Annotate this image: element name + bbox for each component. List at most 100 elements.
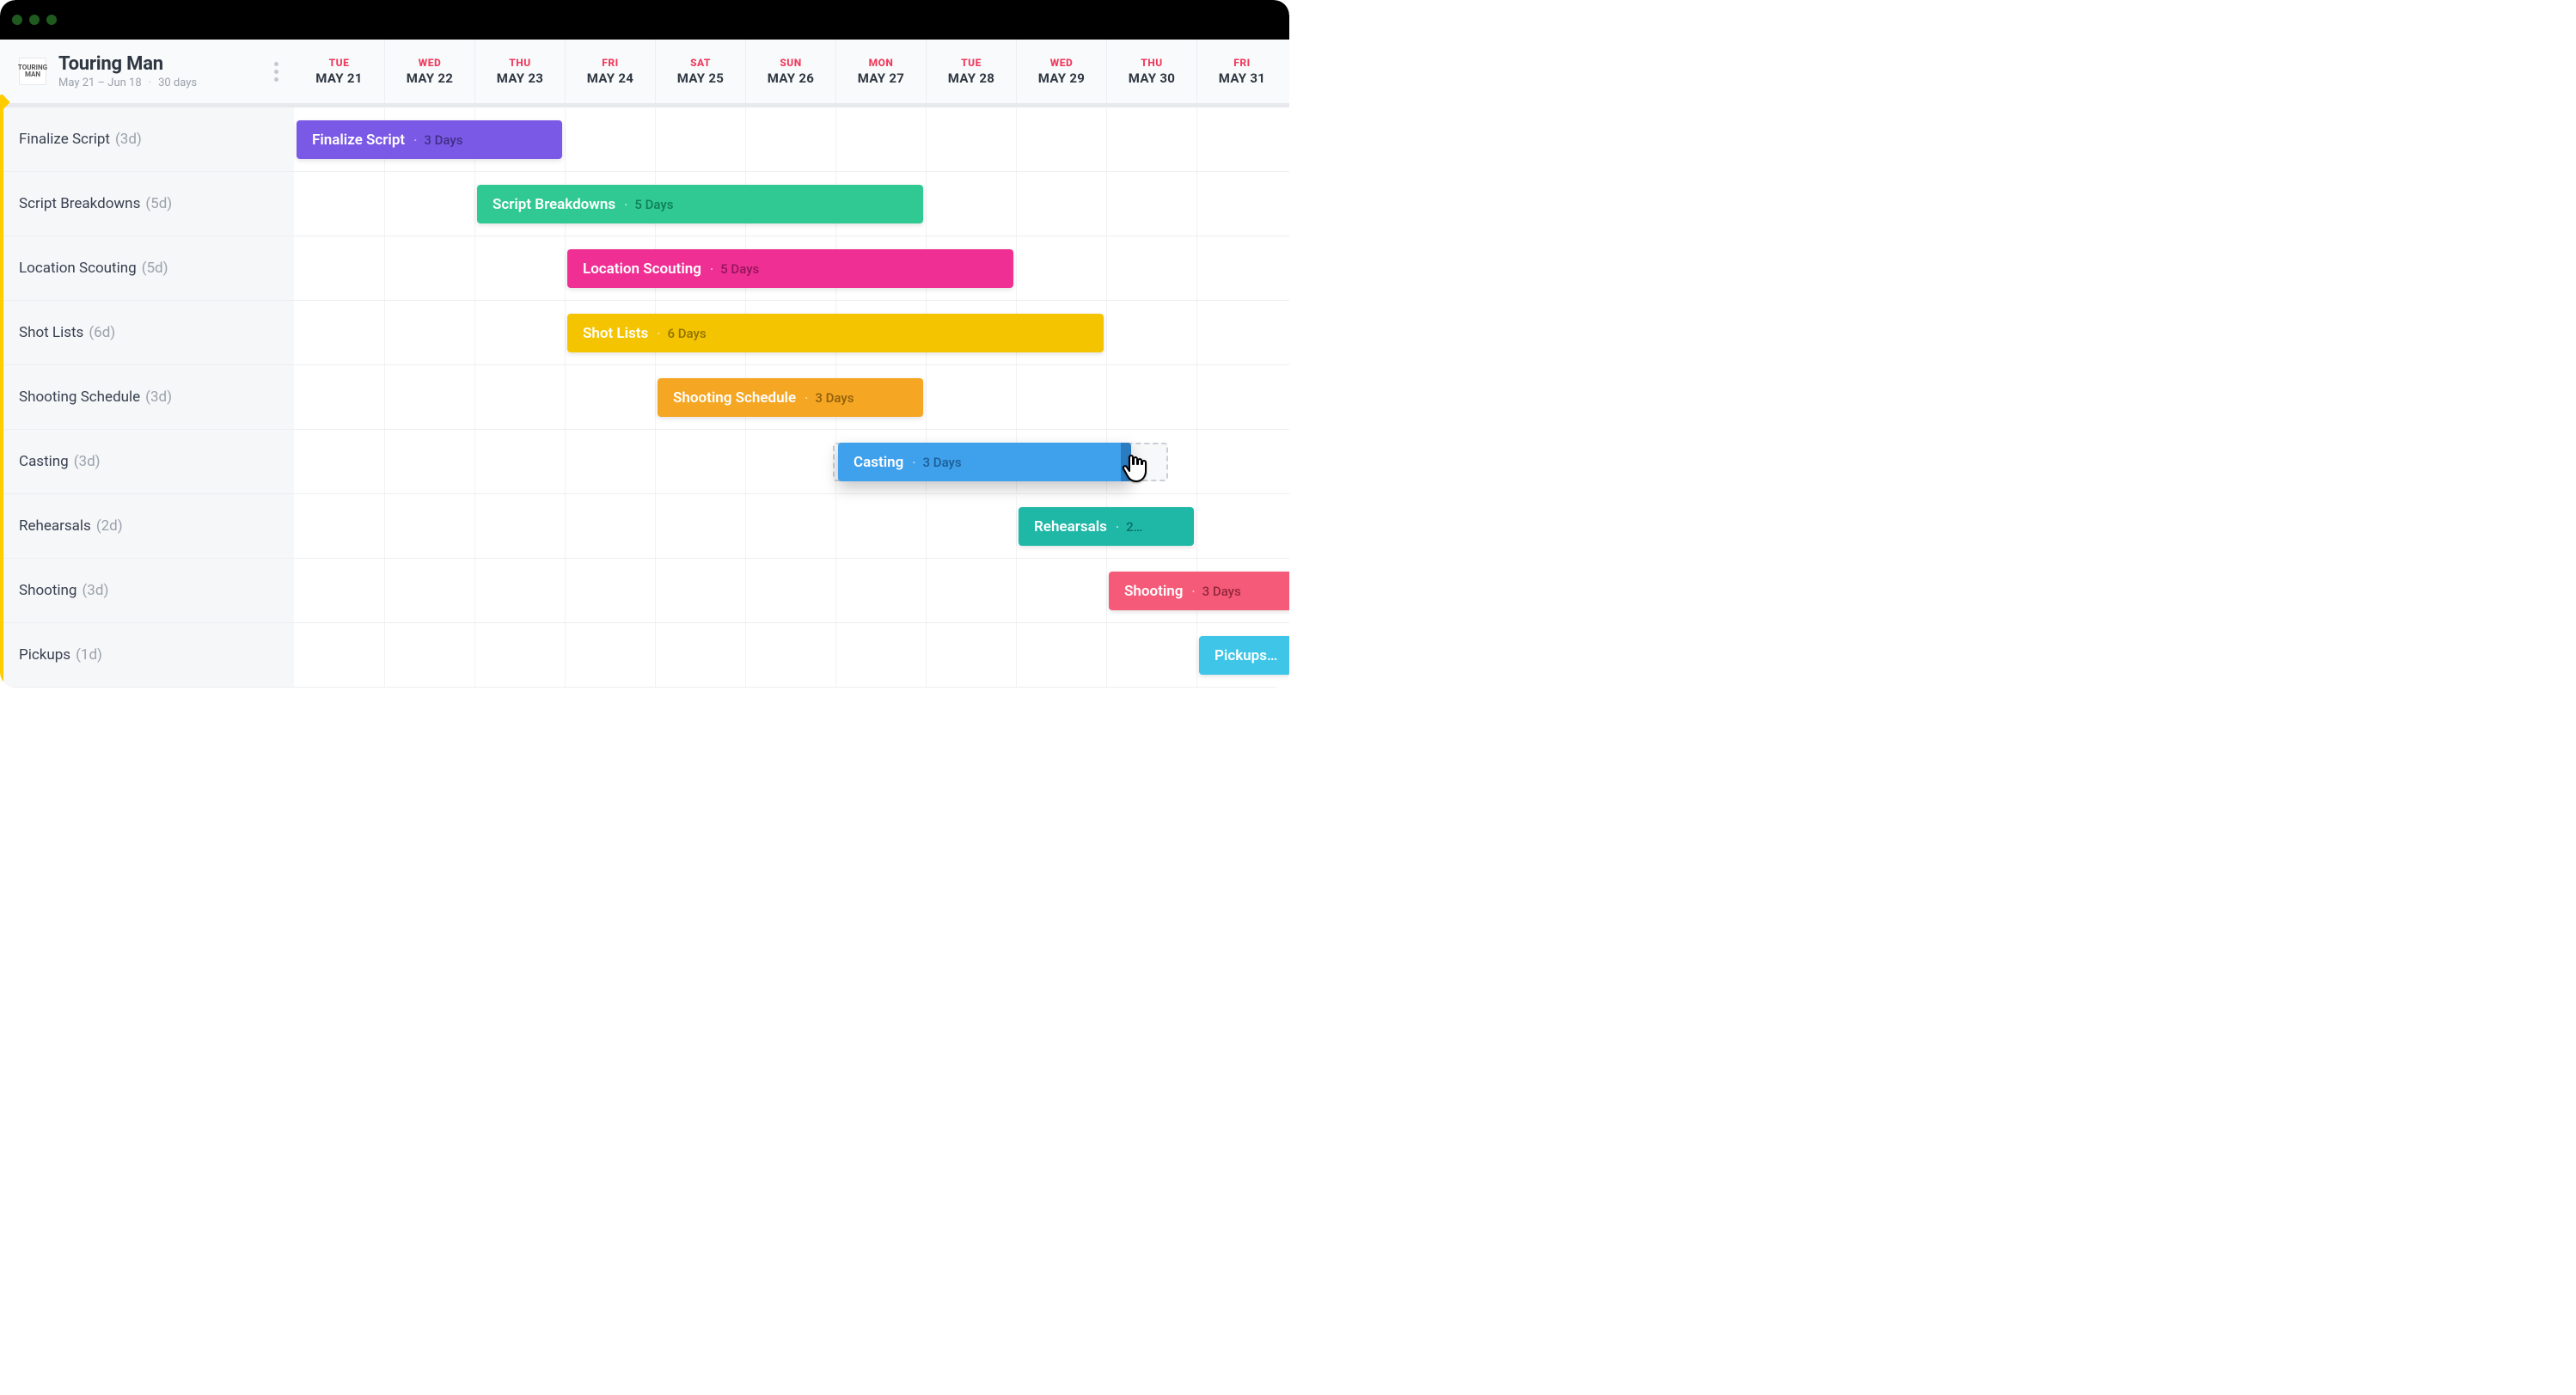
separator-dot-icon: · <box>1191 584 1195 599</box>
gantt-bar-meta: ·3 Days <box>805 390 854 406</box>
gantt-bar-duration: 3 Days <box>815 390 854 406</box>
separator-dot-icon: · <box>657 326 660 341</box>
date-label: MAY 23 <box>497 70 543 86</box>
gantt-bar-duration: 5 Days <box>634 197 673 212</box>
task-row-label[interactable]: Shooting Schedule (3d) <box>0 365 294 430</box>
task-name: Location Scouting <box>19 260 137 277</box>
day-column[interactable]: WEDMAY 22 <box>384 40 474 103</box>
task-row-label[interactable]: Shot Lists (6d) <box>0 301 294 365</box>
task-duration-short: (3d) <box>82 582 108 599</box>
gantt-bar[interactable]: Location Scouting·5 Days <box>567 249 1013 288</box>
gantt-bar-meta: · 2… <box>1116 519 1142 535</box>
task-row-label[interactable]: Pickups (1d) <box>0 623 294 688</box>
gantt-bar-meta: ·3 Days <box>912 455 961 470</box>
gantt-bar[interactable]: Rehearsals·2… <box>1019 507 1194 546</box>
day-of-week: SUN <box>780 57 801 69</box>
task-duration-short: (2d) <box>96 517 123 535</box>
project-date-range: May 21 – Jun 18 <box>58 76 142 89</box>
gantt-bar-duration: 5 Days <box>720 261 759 277</box>
gantt-bar[interactable]: Pickups… <box>1199 636 1289 675</box>
task-duration-short: (6d) <box>89 324 115 341</box>
day-column[interactable]: TUEMAY 21 <box>294 40 384 103</box>
day-column[interactable]: MONMAY 27 <box>835 40 926 103</box>
task-name: Shooting <box>19 582 76 599</box>
gantt-bar[interactable]: Casting ·3 Days <box>838 443 1131 481</box>
gantt-bar-title: Shooting <box>1124 583 1183 600</box>
gantt-bar-title: Pickups… <box>1215 647 1277 664</box>
day-column[interactable]: TUEMAY 28 <box>926 40 1016 103</box>
more-options-button[interactable] <box>269 57 284 87</box>
day-of-week: WED <box>419 57 441 69</box>
task-row-lane: Shooting · 3 Days <box>294 559 1289 623</box>
gantt-body: Finalize Script (3d)Finalize Script · 3 Da… <box>0 107 1289 688</box>
task-duration-short: (1d) <box>76 646 102 664</box>
task-duration-short: (5d) <box>142 260 168 277</box>
day-of-week: TUE <box>329 57 350 69</box>
gantt-bar-meta: · 5 Days <box>624 197 673 212</box>
date-label: MAY 21 <box>315 70 362 86</box>
day-of-week: FRI <box>602 57 618 69</box>
gantt-bar-title: Casting <box>854 454 903 471</box>
task-name: Casting <box>19 453 69 470</box>
task-row-lane: Script Breakdowns·5 Days <box>294 172 1289 236</box>
task-row-label[interactable]: Finalize Script (3d) <box>0 107 294 172</box>
date-label: MAY 25 <box>677 70 724 86</box>
task-row-lane: Casting ·3 Days <box>294 430 1289 494</box>
date-label: MAY 29 <box>1038 70 1085 86</box>
task-duration-short: (5d) <box>145 195 172 212</box>
gantt-bar-title: Shot Lists <box>583 325 648 342</box>
day-column[interactable]: FRIMAY 31 <box>1196 40 1287 103</box>
header-toolbar: TOURING MAN Touring Man May 21 – Jun 18 … <box>0 40 1289 107</box>
project-total-days: 30 days <box>158 76 197 89</box>
window-minimize-icon[interactable] <box>29 15 40 25</box>
gantt-bar[interactable]: Shot Lists ·6 Days <box>567 314 1104 352</box>
separator-dot-icon: · <box>1116 519 1119 535</box>
day-column[interactable]: FRIMAY 24 <box>565 40 655 103</box>
task-name: Pickups <box>19 646 70 664</box>
day-column[interactable]: THUMAY 23 <box>474 40 565 103</box>
task-row-label[interactable]: Script Breakdowns (5d) <box>0 172 294 236</box>
task-duration-short: (3d) <box>145 389 172 406</box>
window-close-icon[interactable] <box>12 15 22 25</box>
separator-dot-icon: · <box>413 132 417 148</box>
window-titlebar <box>0 0 1289 40</box>
gantt-bar[interactable]: Shooting Schedule·3 Days <box>658 378 923 417</box>
day-of-week: MON <box>869 57 894 69</box>
gantt-bar-duration: 3 Days <box>1202 584 1241 599</box>
task-row-lane: Location Scouting·5 Days <box>294 236 1289 301</box>
gantt-bar[interactable]: Script Breakdowns·5 Days <box>477 185 923 223</box>
task-row-label[interactable]: Rehearsals (2d) <box>0 494 294 559</box>
gantt-bar-meta: ·6 Days <box>657 326 706 341</box>
separator-dot-icon: · <box>710 261 713 277</box>
timeline-header[interactable]: TUEMAY 21WEDMAY 22THUMAY 23FRIMAY 24SATM… <box>294 40 1289 103</box>
gantt-bar-duration: 3 Days <box>424 132 462 148</box>
task-row-label[interactable]: Casting (3d) <box>0 430 294 494</box>
window-zoom-icon[interactable] <box>46 15 57 25</box>
date-label: MAY 26 <box>768 70 814 86</box>
task-duration-short: (3d) <box>74 453 101 470</box>
day-column[interactable]: SUNMAY 26 <box>745 40 835 103</box>
separator-dot-icon: · <box>624 197 627 212</box>
task-row-label[interactable]: Location Scouting (5d) <box>0 236 294 301</box>
day-of-week: TUE <box>961 57 982 69</box>
day-column[interactable]: SATMAY 25 <box>655 40 745 103</box>
separator-dot-icon: · <box>912 455 915 470</box>
date-label: MAY 28 <box>948 70 994 86</box>
gantt-bar[interactable]: Shooting · 3 Days <box>1109 572 1289 610</box>
task-name: Finalize Script <box>19 131 110 148</box>
gantt-bar-duration: 2… <box>1126 519 1142 535</box>
date-label: MAY 31 <box>1219 70 1265 86</box>
day-of-week: THU <box>509 57 530 69</box>
date-label: MAY 30 <box>1129 70 1175 86</box>
gantt-bar[interactable]: Finalize Script·3 Days <box>297 120 562 159</box>
gantt-bar-meta: · 5 Days <box>710 261 759 277</box>
day-column[interactable]: THUMAY 30 <box>1106 40 1196 103</box>
task-row-label[interactable]: Shooting (3d) <box>0 559 294 623</box>
date-label: MAY 22 <box>407 70 453 86</box>
day-column[interactable]: WEDMAY 29 <box>1016 40 1106 103</box>
gantt-bar-meta: · 3 Days <box>413 132 462 148</box>
task-name: Shooting Schedule <box>19 389 140 406</box>
separator-dot-icon: · <box>149 76 151 89</box>
date-label: MAY 24 <box>587 70 633 86</box>
resize-handle[interactable] <box>1121 443 1131 481</box>
